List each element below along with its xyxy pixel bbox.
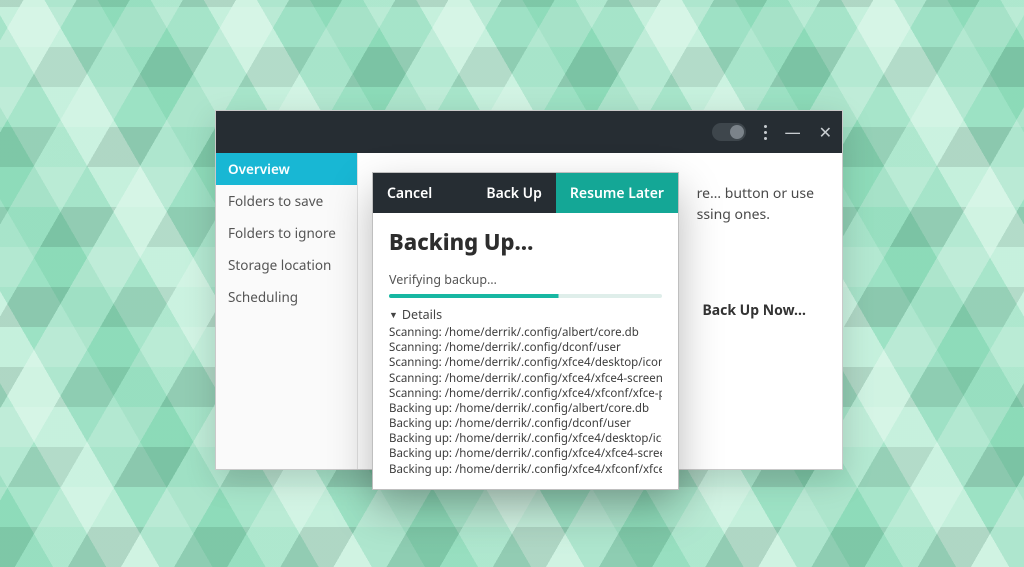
log-line: Backing up: /home/derrik/.config/xfce4/x… — [389, 462, 662, 477]
sidebar-item-folders-ignore[interactable]: Folders to ignore — [216, 217, 357, 249]
details-label: Details — [402, 306, 442, 323]
close-button[interactable]: ✕ — [819, 124, 832, 140]
log-line: Scanning: /home/derrik/.config/xfce4/xfc… — [389, 371, 662, 386]
backup-now-button[interactable]: Back Up Now… — [702, 301, 806, 320]
log-line: Backing up: /home/derrik/.config/dconf/u… — [389, 416, 662, 431]
cancel-button[interactable]: Cancel — [373, 184, 446, 203]
log-line: Scanning: /home/derrik/.config/xfce4/des… — [389, 355, 662, 370]
backup-progress-dialog: Cancel Back Up Resume Later Backing Up… … — [372, 172, 679, 490]
resume-later-button[interactable]: Resume Later — [556, 173, 678, 213]
status-text: Verifying backup… — [389, 271, 662, 288]
details-expander[interactable]: ▼ Details — [389, 306, 662, 323]
hint-line2: ssing ones. — [697, 205, 770, 224]
progress-bar — [389, 294, 662, 298]
sidebar-item-storage-location[interactable]: Storage location — [216, 249, 357, 281]
schedule-toggle[interactable] — [712, 123, 746, 141]
log-line: Backing up: /home/derrik/.config/albert/… — [389, 401, 662, 416]
log-line: Backing up: /home/derrik/.config/xfce4/d… — [389, 431, 662, 446]
dialog-title: Backing Up… — [389, 227, 662, 257]
hint-text: re… button or use ssing ones. — [697, 183, 814, 225]
log-line: Scanning: /home/derrik/.config/xfce4/xfc… — [389, 386, 662, 401]
menu-icon[interactable] — [764, 125, 767, 140]
sidebar-item-overview[interactable]: Overview — [216, 153, 357, 185]
log-line: Scanning: /home/derrik/.config/albert/co… — [389, 325, 662, 340]
sidebar-item-folders-save[interactable]: Folders to save — [216, 185, 357, 217]
dialog-headerbar: Cancel Back Up Resume Later — [373, 173, 678, 213]
chevron-down-icon: ▼ — [389, 308, 398, 321]
log-line: Scanning: /home/derrik/.config/dconf/use… — [389, 340, 662, 355]
log-line: Backing up: /home/derrik/.config/xfce4/x… — [389, 446, 662, 461]
sidebar: Overview Folders to save Folders to igno… — [216, 153, 358, 469]
dialog-body: Backing Up… Verifying backup… ▼ Details … — [373, 213, 678, 489]
hint-line1: re… button or use — [697, 184, 814, 203]
sidebar-item-scheduling[interactable]: Scheduling — [216, 281, 357, 313]
minimize-button[interactable]: — — [785, 124, 801, 140]
window-titlebar: — ✕ — [216, 111, 842, 153]
log-output: Scanning: /home/derrik/.config/albert/co… — [389, 325, 662, 477]
backup-title-label: Back Up — [472, 184, 556, 203]
